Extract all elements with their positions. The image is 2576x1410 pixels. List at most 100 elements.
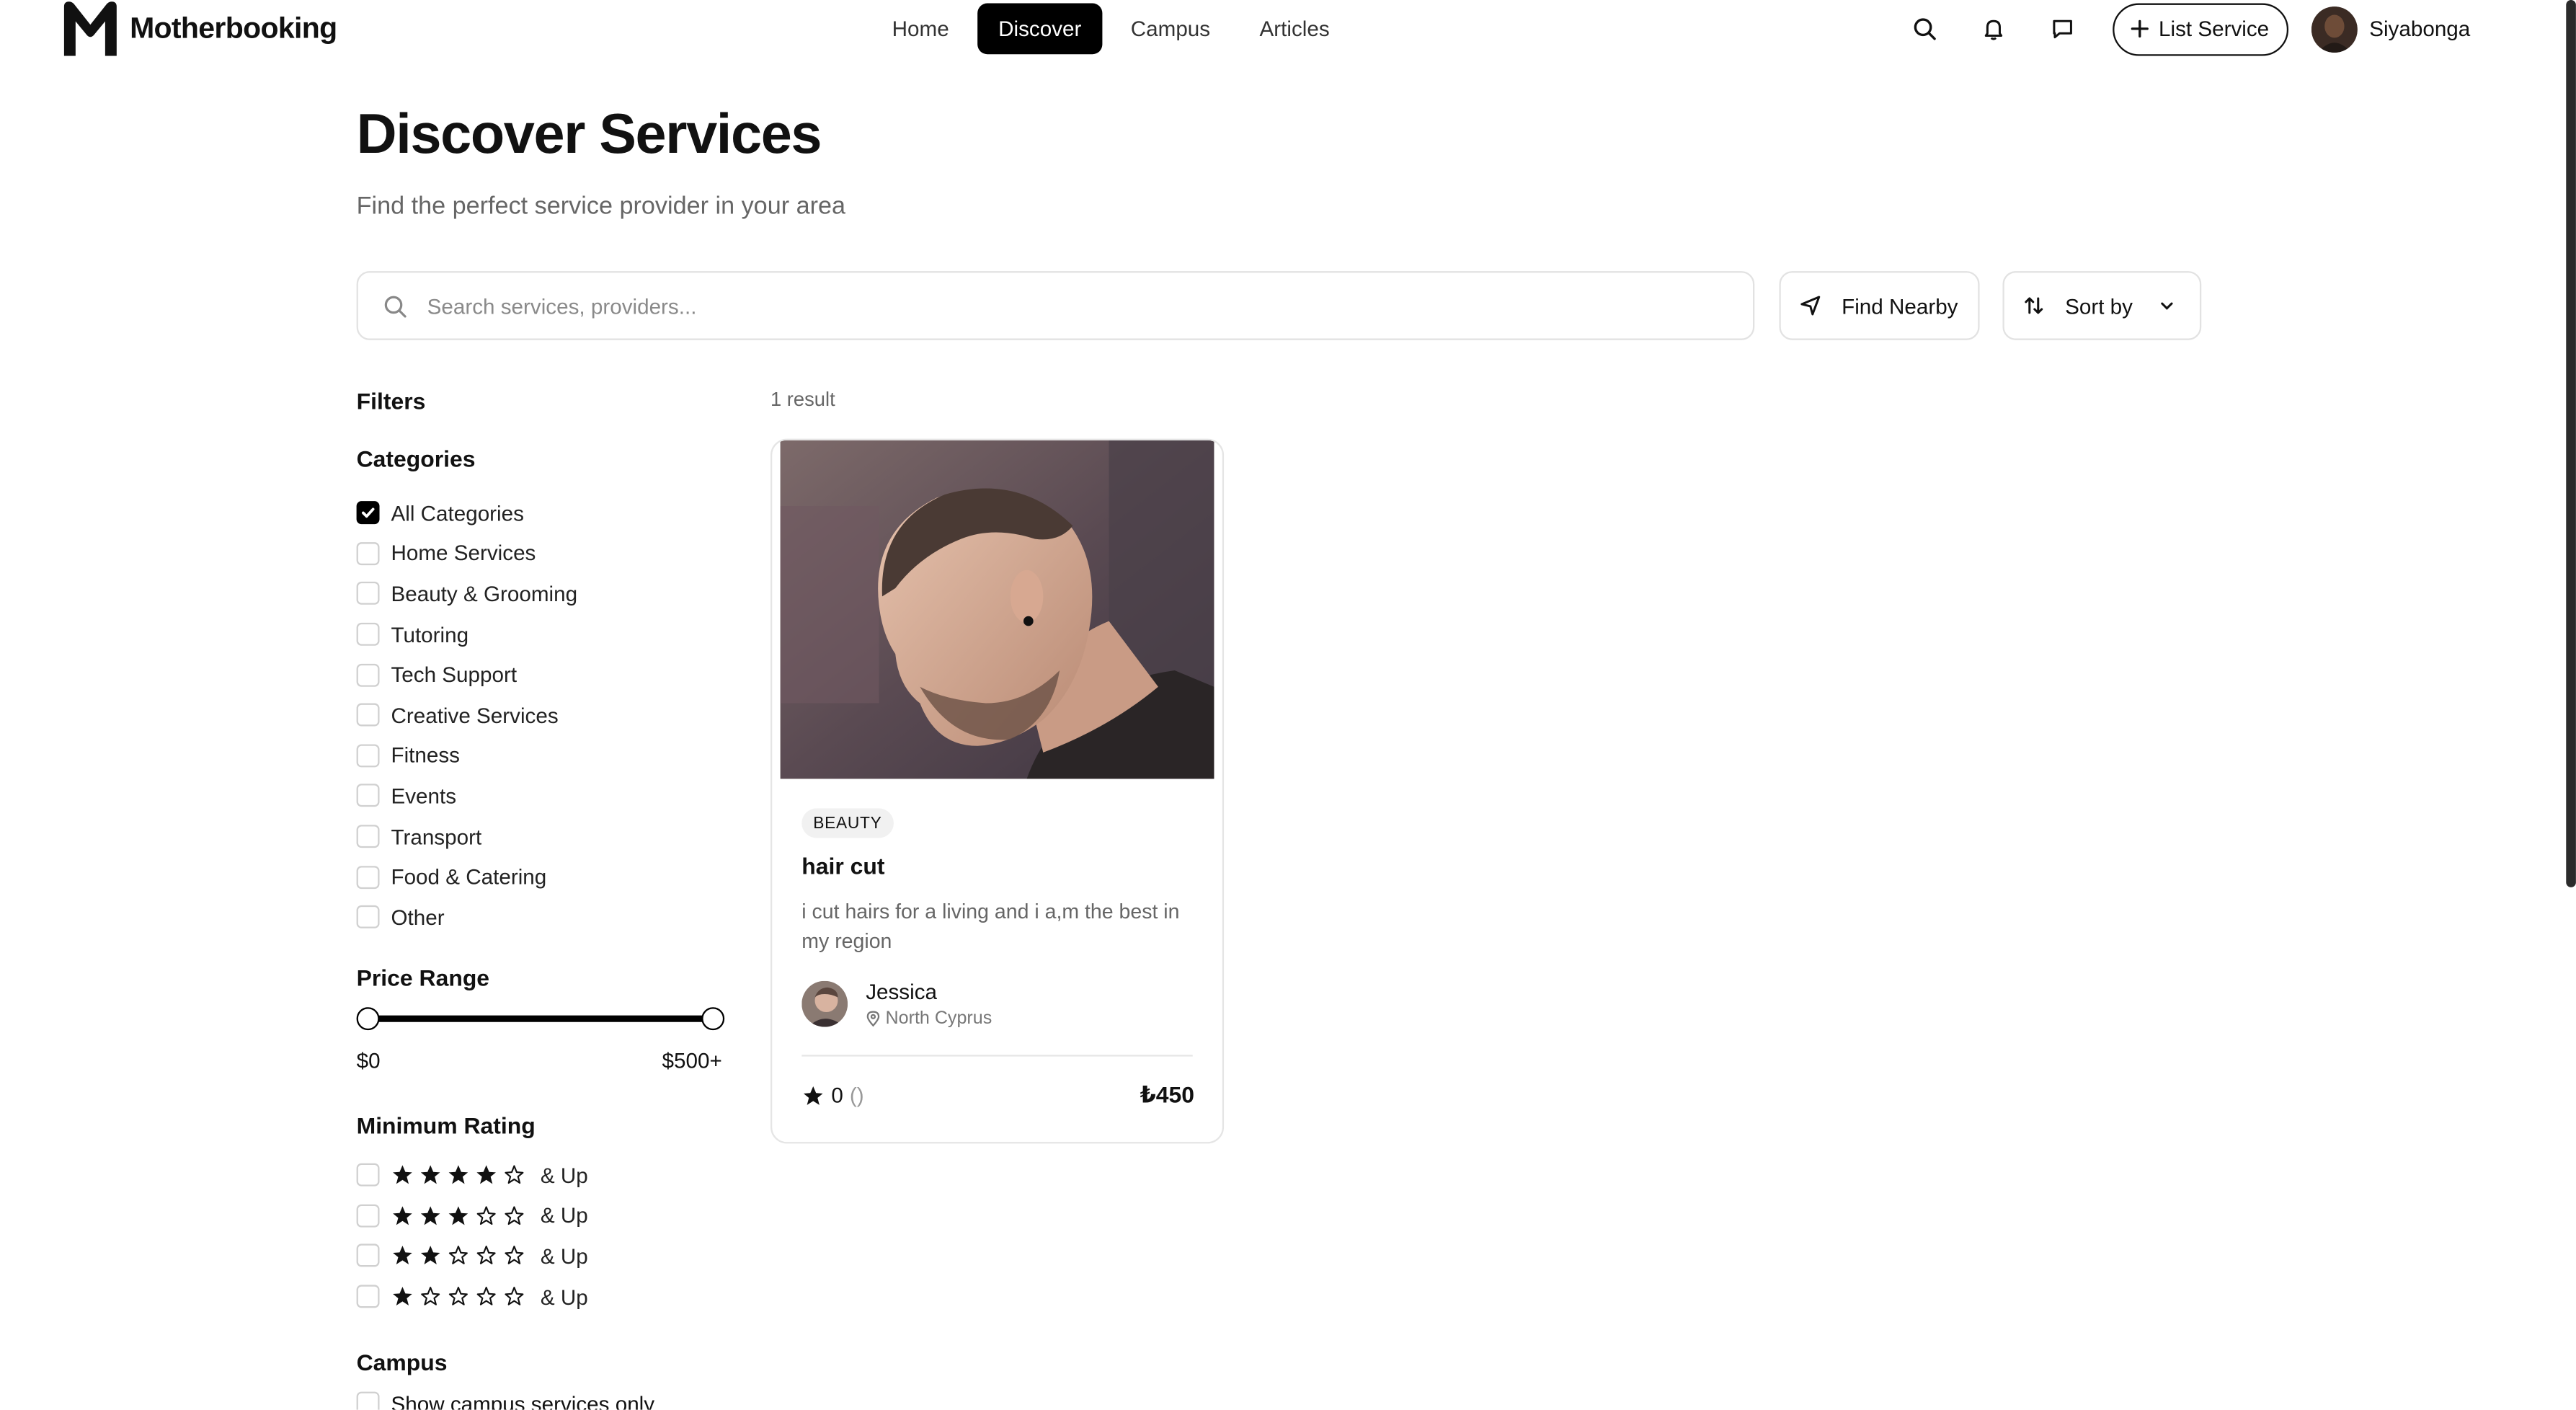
top-right-actions: List Service Siyabonga xyxy=(1899,2,2470,56)
filters-heading: Filters xyxy=(356,387,426,414)
star-rating xyxy=(391,1285,525,1308)
category-option[interactable]: Food & Catering xyxy=(356,856,577,897)
nav-item-discover[interactable]: Discover xyxy=(977,3,1103,55)
category-option[interactable]: Transport xyxy=(356,816,577,856)
category-option[interactable]: Home Services xyxy=(356,533,577,574)
category-badge: BEAUTY xyxy=(801,808,894,838)
category-checkbox[interactable] xyxy=(356,704,380,727)
service-card[interactable]: BEAUTY hair cut i cut hairs for a living… xyxy=(770,438,1225,1144)
category-option[interactable]: Beauty & Grooming xyxy=(356,574,577,614)
bell-icon xyxy=(1984,19,2002,40)
rating-suffix-label: & Up xyxy=(540,1163,588,1188)
star-filled-icon xyxy=(448,1166,468,1185)
star-outline-icon xyxy=(505,1246,524,1265)
user-name[interactable]: Siyabonga xyxy=(2369,17,2470,41)
category-option[interactable]: Tutoring xyxy=(356,614,577,655)
category-option[interactable]: Fitness xyxy=(356,735,577,776)
category-checkbox[interactable] xyxy=(356,825,380,848)
price-max-label: $500+ xyxy=(662,1048,722,1073)
category-option[interactable]: Creative Services xyxy=(356,695,577,735)
star-rating xyxy=(391,1245,525,1268)
card-divider xyxy=(801,1055,1193,1057)
campus-only-option[interactable]: Show campus services only xyxy=(356,1391,654,1410)
card-rating: 0 () xyxy=(801,1083,864,1108)
category-option[interactable]: Events xyxy=(356,776,577,816)
star-filled-icon xyxy=(393,1166,412,1185)
slider-max-handle[interactable] xyxy=(701,1007,725,1031)
messages-button[interactable] xyxy=(2037,4,2086,53)
rating-option[interactable]: & Up xyxy=(356,1155,588,1195)
rating-option[interactable]: & Up xyxy=(356,1277,588,1317)
chevron-down-icon xyxy=(2161,302,2173,310)
category-option[interactable]: Other xyxy=(356,897,577,937)
search-input[interactable] xyxy=(424,291,1673,320)
price-range-slider[interactable] xyxy=(356,1007,725,1031)
categories-heading: Categories xyxy=(356,445,476,472)
category-checkbox[interactable] xyxy=(356,784,380,808)
star-filled-icon xyxy=(476,1166,496,1185)
category-checkbox[interactable] xyxy=(356,663,380,686)
page-subtitle: Find the perfect service provider in you… xyxy=(356,192,846,221)
category-checkbox[interactable] xyxy=(356,744,380,768)
user-avatar[interactable] xyxy=(2311,5,2358,52)
sort-by-dropdown[interactable]: Sort by xyxy=(2002,271,2202,340)
category-checkbox[interactable] xyxy=(356,905,380,929)
rating-checkbox[interactable] xyxy=(356,1163,380,1187)
star-filled-icon xyxy=(803,1085,823,1104)
category-label: Creative Services xyxy=(391,703,559,728)
minimum-rating-heading: Minimum Rating xyxy=(356,1112,536,1139)
rating-checkbox[interactable] xyxy=(356,1285,380,1308)
star-outline-icon xyxy=(421,1287,440,1305)
category-checkbox[interactable] xyxy=(356,865,380,889)
find-nearby-button[interactable]: Find Nearby xyxy=(1779,271,1980,340)
page-scrollbar[interactable] xyxy=(2566,0,2576,887)
rating-checkbox[interactable] xyxy=(356,1244,380,1268)
search-button[interactable] xyxy=(1899,4,1948,53)
nav-item-home[interactable]: Home xyxy=(871,4,970,55)
price-range-heading: Price Range xyxy=(356,964,490,991)
service-title[interactable]: hair cut xyxy=(801,853,884,879)
star-rating xyxy=(391,1163,525,1187)
list-service-button[interactable]: List Service xyxy=(2113,2,2289,56)
rating-count: () xyxy=(849,1083,864,1108)
star-filled-icon xyxy=(420,1166,440,1185)
page-title: Discover Services xyxy=(356,103,822,167)
star-rating xyxy=(391,1204,525,1227)
category-checkbox[interactable] xyxy=(356,501,380,525)
star-outline-icon xyxy=(505,1287,524,1305)
message-icon xyxy=(2052,19,2071,39)
category-option[interactable]: Tech Support xyxy=(356,655,577,695)
star-filled-icon xyxy=(448,1206,468,1225)
campus-only-checkbox[interactable] xyxy=(356,1391,380,1410)
rating-checkbox[interactable] xyxy=(356,1204,380,1228)
rating-suffix-label: & Up xyxy=(540,1203,588,1228)
user-photo xyxy=(2311,5,2358,52)
slider-min-handle[interactable] xyxy=(356,1007,380,1031)
provider-avatar xyxy=(801,980,848,1027)
rating-option[interactable]: & Up xyxy=(356,1195,588,1236)
category-label: Other xyxy=(391,905,445,930)
service-price: ₺450 xyxy=(1140,1081,1195,1108)
star-outline-icon xyxy=(505,1166,524,1184)
star-filled-icon xyxy=(420,1246,440,1266)
category-checkbox[interactable] xyxy=(356,582,380,606)
nav-item-articles[interactable]: Articles xyxy=(1238,4,1351,55)
checkmark-icon xyxy=(362,508,375,518)
category-checkbox[interactable] xyxy=(356,623,380,646)
star-outline-icon xyxy=(505,1206,524,1225)
provider-name: Jessica xyxy=(866,979,938,1004)
star-outline-icon xyxy=(476,1206,496,1225)
rating-option[interactable]: & Up xyxy=(356,1236,588,1276)
brand[interactable]: Motherbooking xyxy=(61,0,337,58)
category-option[interactable]: All Categories xyxy=(356,493,577,533)
search-box[interactable] xyxy=(356,271,1755,340)
search-icon xyxy=(1913,18,1935,40)
nav-item-campus[interactable]: Campus xyxy=(1109,4,1232,55)
navigation-arrow-icon xyxy=(1800,296,1821,316)
service-image xyxy=(780,440,1214,779)
category-checkbox[interactable] xyxy=(356,541,380,565)
notifications-button[interactable] xyxy=(1968,4,2017,53)
star-filled-icon xyxy=(393,1246,412,1266)
campus-heading: Campus xyxy=(356,1349,448,1375)
rating-filter-list: & Up & Up & Up & Up xyxy=(356,1155,588,1317)
